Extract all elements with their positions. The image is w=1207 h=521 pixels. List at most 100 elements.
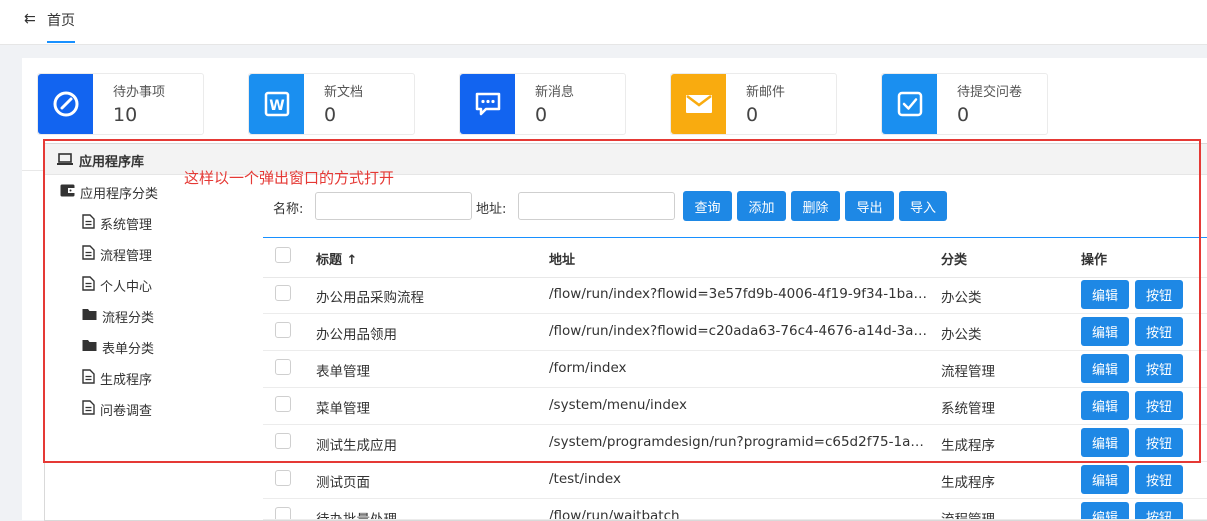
tree-item-label: 系统管理 <box>100 218 153 233</box>
file-icon <box>82 276 95 295</box>
edit-button[interactable]: 编辑 <box>1081 428 1129 457</box>
table-header: 标题 ↑ 地址 分类 操作 <box>263 237 1207 278</box>
edit-button[interactable]: 编辑 <box>1081 465 1129 494</box>
row-category: 办公类 <box>941 327 982 343</box>
row-checkbox[interactable] <box>275 322 291 338</box>
address-input[interactable] <box>518 192 675 220</box>
table-row[interactable]: 办公用品领用 /flow/run/index?flowid=c20ada63-7… <box>263 313 1207 351</box>
row-category: 生成程序 <box>941 475 995 491</box>
card-title: 新邮件 <box>746 85 786 100</box>
tree-root-label: 应用程序分类 <box>80 187 159 202</box>
file-icon <box>82 245 95 264</box>
row-checkbox[interactable] <box>275 433 291 449</box>
row-category: 流程管理 <box>941 512 995 520</box>
row-checkbox[interactable] <box>275 285 291 301</box>
edit-button[interactable]: 编辑 <box>1081 391 1129 420</box>
table-row[interactable]: 测试生成应用 /system/programdesign/run?program… <box>263 424 1207 462</box>
card-pending-survey[interactable]: 待提交问卷 0 <box>881 73 1048 135</box>
row-category: 办公类 <box>941 290 982 306</box>
table-row[interactable]: 待办批量处理 /flow/run/waitbatch 流程管理 编辑 按钮 <box>263 498 1207 520</box>
tree-item-flow[interactable]: 流程管理 <box>82 245 152 264</box>
row-address: /test/index <box>549 471 621 487</box>
row-checkbox[interactable] <box>275 359 291 375</box>
back-arrow-icon[interactable]: ⇇ <box>24 11 36 27</box>
word-icon: W <box>249 74 304 134</box>
card-value: 0 <box>324 104 337 126</box>
table-row[interactable]: 表单管理 /form/index 流程管理 编辑 按钮 <box>263 350 1207 388</box>
tree-item-label: 流程分类 <box>102 311 155 326</box>
query-button[interactable]: 查询 <box>683 191 732 221</box>
file-icon <box>82 400 95 419</box>
tree-root[interactable]: 应用程序分类 <box>60 183 158 202</box>
edit-icon <box>38 74 93 134</box>
add-button[interactable]: 添加 <box>737 191 786 221</box>
card-title: 待提交问卷 <box>957 85 1023 100</box>
row-title: 办公用品领用 <box>316 327 397 343</box>
edit-button[interactable]: 编辑 <box>1081 354 1129 383</box>
card-title: 新消息 <box>535 85 575 100</box>
edit-button[interactable]: 编辑 <box>1081 317 1129 346</box>
edit-button[interactable]: 编辑 <box>1081 502 1129 519</box>
table-row[interactable]: 测试页面 /test/index 生成程序 编辑 按钮 <box>263 461 1207 499</box>
tree-item-survey[interactable]: 问卷调查 <box>82 400 152 419</box>
row-address: /form/index <box>549 360 627 376</box>
card-value: 0 <box>746 104 759 126</box>
active-tab-indicator <box>47 41 75 43</box>
action-button[interactable]: 按钮 <box>1135 391 1183 420</box>
card-new-mail[interactable]: 新邮件 0 <box>670 73 837 135</box>
tree-item-generated[interactable]: 生成程序 <box>82 369 152 388</box>
edit-button[interactable]: 编辑 <box>1081 280 1129 309</box>
row-address: /flow/run/index?flowid=3e57fd9b-4006-4f1… <box>549 286 928 302</box>
message-icon <box>460 74 515 134</box>
select-all-checkbox[interactable] <box>275 247 291 263</box>
import-button[interactable]: 导入 <box>899 191 947 221</box>
card-value: 10 <box>113 104 138 126</box>
address-label: 地址: <box>476 202 507 217</box>
action-button[interactable]: 按钮 <box>1135 428 1183 457</box>
row-address: /flow/run/index?flowid=c20ada63-76c4-467… <box>549 323 927 339</box>
row-title: 测试生成应用 <box>316 438 397 454</box>
row-address: /system/programdesign/run?programid=c65d… <box>549 434 924 450</box>
card-new-message[interactable]: 新消息 0 <box>459 73 626 135</box>
mail-icon <box>671 74 726 134</box>
action-button[interactable]: 按钮 <box>1135 317 1183 346</box>
row-title: 测试页面 <box>316 475 370 491</box>
name-input[interactable] <box>315 192 472 220</box>
tree-item-label: 个人中心 <box>100 280 153 295</box>
tree-item-label: 生成程序 <box>100 373 153 388</box>
laptop-icon <box>57 153 73 170</box>
tree-item-system[interactable]: 系统管理 <box>82 214 152 233</box>
column-title[interactable]: 标题 ↑ <box>316 249 357 268</box>
row-checkbox[interactable] <box>275 470 291 486</box>
file-icon <box>82 369 95 388</box>
column-actions: 操作 <box>1081 253 1108 268</box>
folder-icon <box>82 339 97 356</box>
svg-text:W: W <box>269 98 284 114</box>
card-value: 0 <box>535 104 548 126</box>
row-checkbox[interactable] <box>275 396 291 412</box>
wallet-icon <box>60 184 75 201</box>
row-title: 办公用品采购流程 <box>316 290 424 306</box>
delete-button[interactable]: 删除 <box>791 191 840 221</box>
table-row[interactable]: 办公用品采购流程 /flow/run/index?flowid=3e57fd9b… <box>263 276 1207 314</box>
card-new-doc[interactable]: W 新文档 0 <box>248 73 415 135</box>
table-row[interactable]: 菜单管理 /system/menu/index 系统管理 编辑 按钮 <box>263 387 1207 425</box>
row-title: 菜单管理 <box>316 401 370 417</box>
row-address: /system/menu/index <box>549 397 687 413</box>
action-button[interactable]: 按钮 <box>1135 354 1183 383</box>
card-todo[interactable]: 待办事项 10 <box>37 73 204 135</box>
row-address: /flow/run/waitbatch <box>549 508 680 520</box>
tree-item-label: 问卷调查 <box>100 404 153 419</box>
action-button[interactable]: 按钮 <box>1135 280 1183 309</box>
tree-item-personal[interactable]: 个人中心 <box>82 276 152 295</box>
column-address[interactable]: 地址 <box>549 249 575 268</box>
tree-item-flow-category[interactable]: 流程分类 <box>82 307 154 326</box>
action-button[interactable]: 按钮 <box>1135 465 1183 494</box>
row-checkbox[interactable] <box>275 507 291 519</box>
tab-home[interactable]: 首页 <box>47 10 75 30</box>
tree-item-form-category[interactable]: 表单分类 <box>82 338 154 357</box>
export-button[interactable]: 导出 <box>845 191 894 221</box>
column-category[interactable]: 分类 <box>941 249 967 268</box>
action-button[interactable]: 按钮 <box>1135 502 1183 519</box>
row-category: 流程管理 <box>941 364 995 380</box>
